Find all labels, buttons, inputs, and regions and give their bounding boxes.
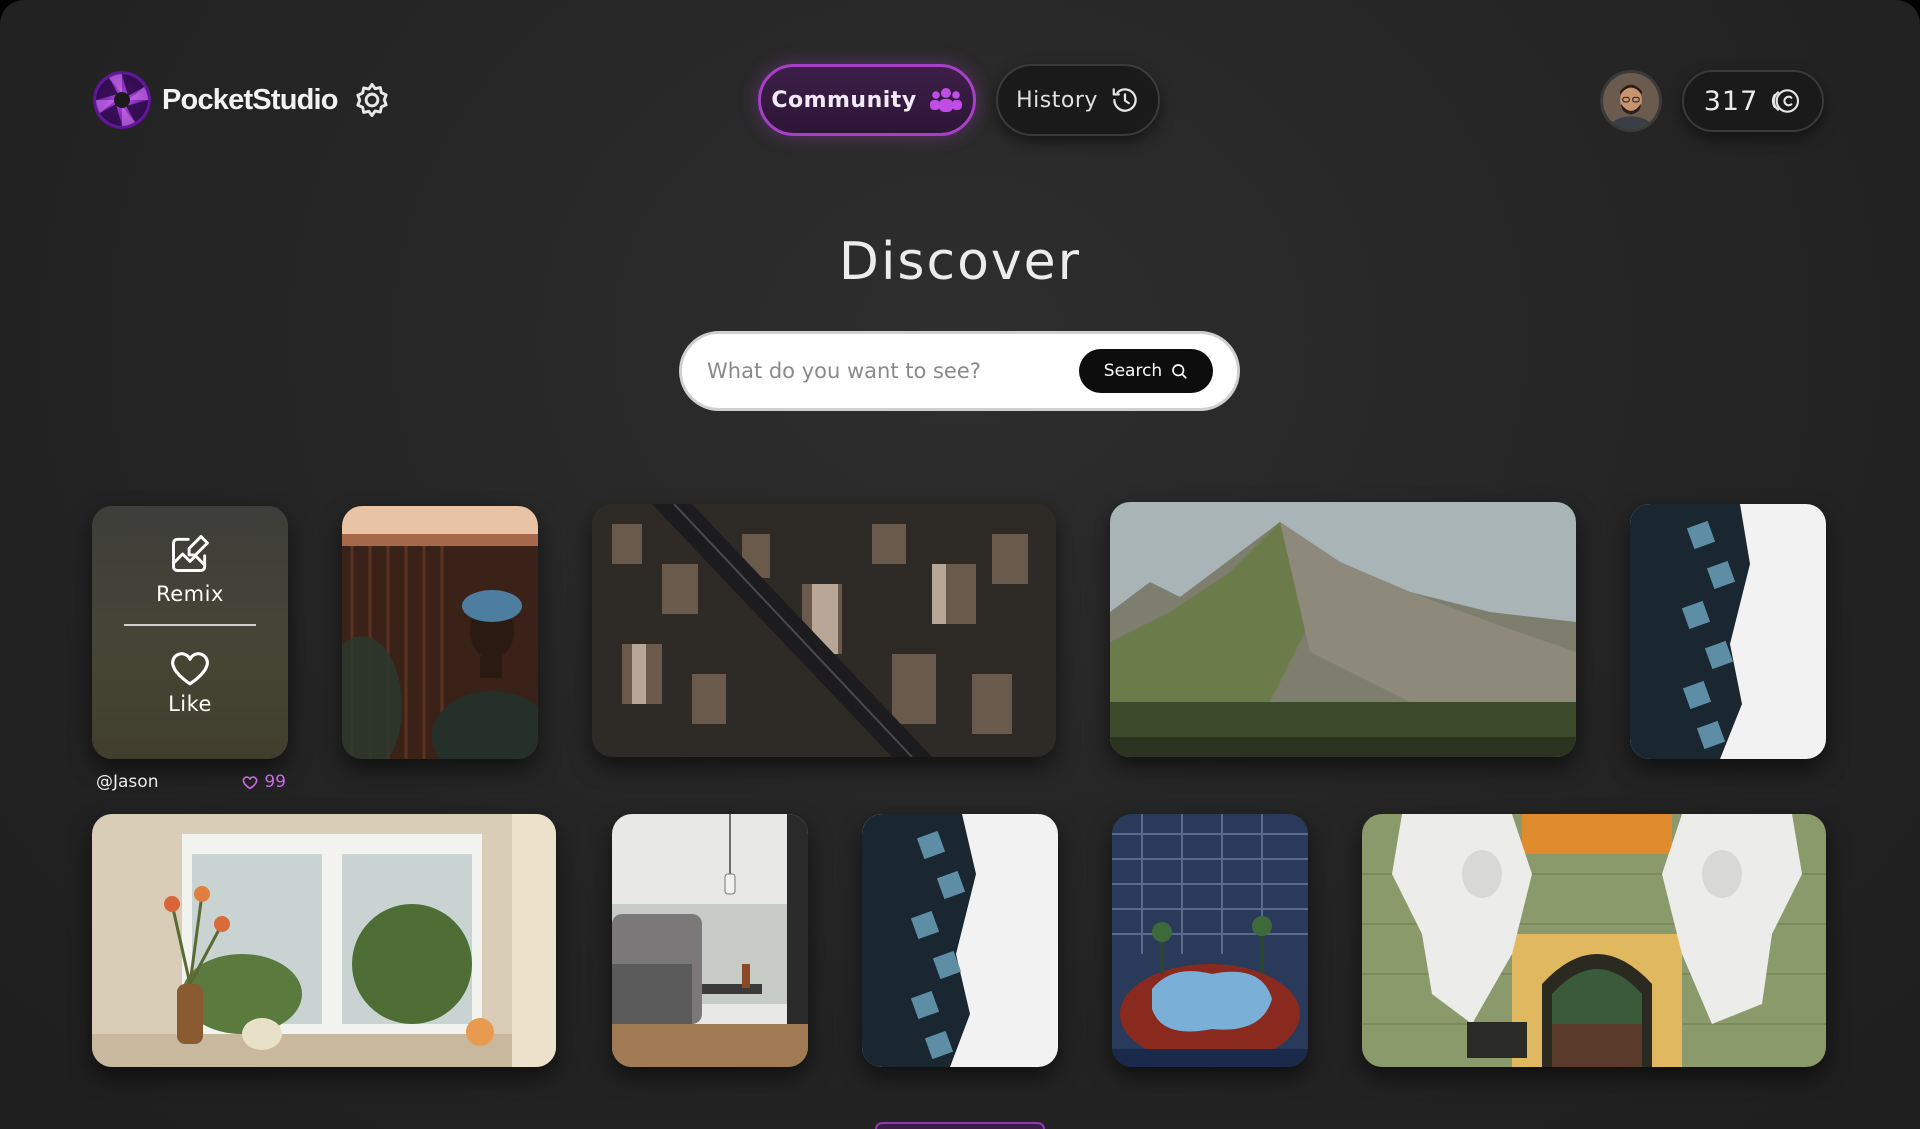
portrait-image	[342, 506, 538, 759]
card-likes-count: 99	[264, 772, 286, 792]
search-icon	[1172, 364, 1187, 379]
like-label: Like	[168, 692, 212, 716]
credits-badge[interactable]: 317	[1682, 70, 1824, 132]
mountain-image	[1110, 502, 1576, 757]
floating-tab-peek	[875, 1122, 1045, 1129]
window-image	[92, 814, 556, 1067]
heart-icon	[242, 775, 258, 789]
gear-icon[interactable]	[350, 78, 394, 122]
group-icon	[929, 88, 962, 112]
gallery-card[interactable]	[342, 506, 538, 759]
page-title: Discover	[838, 232, 1082, 292]
bedroom-image	[612, 814, 808, 1067]
gallery-card[interactable]	[1110, 502, 1576, 757]
tab-community-label: Community	[771, 87, 917, 113]
statues-image	[1362, 814, 1826, 1067]
search-input[interactable]	[682, 334, 1079, 408]
coin-icon	[1772, 89, 1800, 113]
avatar[interactable]	[1600, 70, 1662, 132]
card-likes: 99	[242, 772, 286, 792]
gallery-card[interactable]	[592, 504, 1056, 757]
gallery-card[interactable]	[862, 814, 1058, 1067]
city-image	[592, 504, 1056, 757]
heart-icon	[171, 652, 209, 686]
overlay-divider	[124, 624, 256, 626]
app-logo[interactable]: PocketStudio	[92, 70, 339, 130]
remix-label: Remix	[156, 582, 224, 606]
gallery-card-hovered[interactable]: Remix Like	[92, 506, 288, 759]
gallery-card[interactable]	[1630, 504, 1826, 759]
gallery-card[interactable]	[92, 814, 556, 1067]
gallery-card[interactable]	[612, 814, 808, 1067]
search-button[interactable]: Search	[1079, 349, 1213, 393]
gallery-card[interactable]	[1362, 814, 1826, 1067]
search-bar: Search	[679, 331, 1240, 411]
card-meta: @Jason 99	[96, 772, 286, 792]
tab-history[interactable]: History	[996, 64, 1160, 136]
remix-button[interactable]: Remix	[156, 532, 224, 606]
app-window: PocketStudio Community History 317 Disco…	[0, 0, 1920, 1129]
history-icon	[1112, 88, 1137, 112]
edit-image-icon	[172, 535, 209, 572]
hover-overlay: Remix Like	[92, 506, 288, 759]
app-name: PocketStudio	[162, 83, 339, 116]
search-button-label: Search	[1103, 361, 1163, 381]
card-author[interactable]: @Jason	[96, 772, 158, 792]
like-button[interactable]: Like	[168, 648, 212, 716]
tab-history-label: History	[1016, 87, 1098, 113]
gallery-card[interactable]	[1112, 814, 1308, 1067]
aperture-icon	[93, 71, 151, 129]
building-image	[1630, 504, 1826, 759]
building-image	[862, 814, 1058, 1067]
pool-image	[1112, 814, 1308, 1067]
tab-community[interactable]: Community	[758, 64, 976, 136]
credits-value: 317	[1703, 85, 1759, 117]
